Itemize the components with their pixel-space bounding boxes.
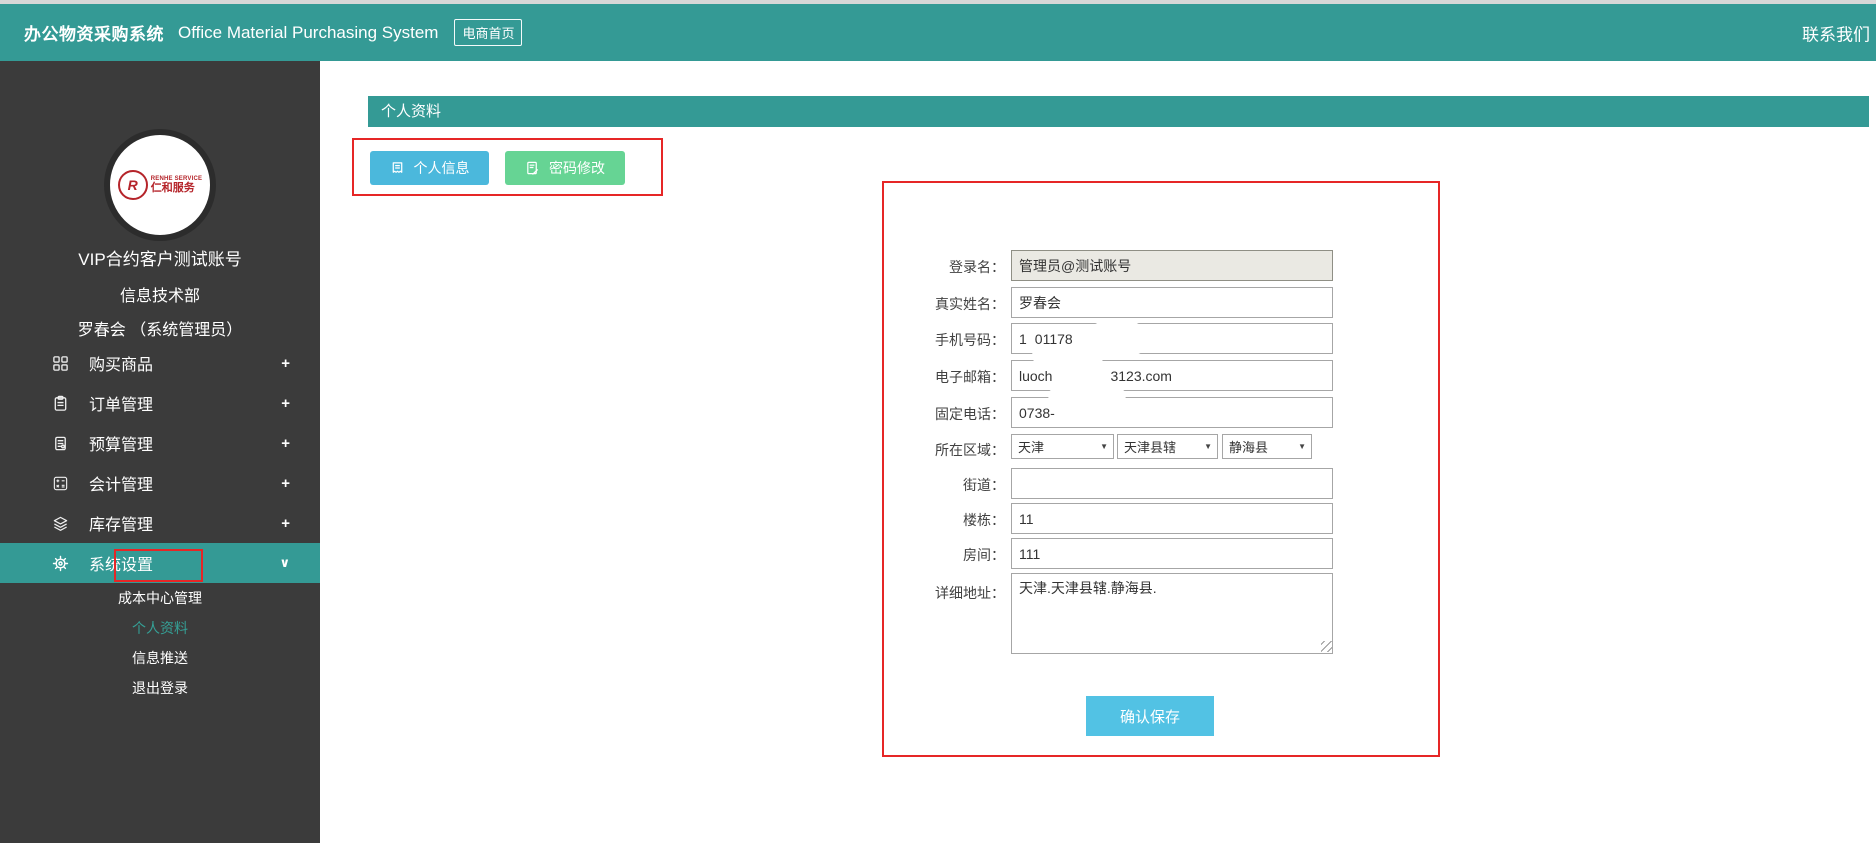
sidebar-item-label: 预算管理 bbox=[89, 431, 153, 455]
city-select[interactable]: 天津县辖 ▼ bbox=[1117, 434, 1218, 459]
profile-doc-icon bbox=[390, 160, 405, 176]
account-name: VIP合约客户测试账号 bbox=[0, 245, 320, 270]
dropdown-arrow-icon: ▼ bbox=[1298, 442, 1306, 451]
app-header: 办公物资采购系统 Office Material Purchasing Syst… bbox=[0, 4, 1876, 61]
user-role-line: 罗春会 （系统管理员） bbox=[0, 316, 320, 340]
sidebar-item-label: 系统设置 bbox=[89, 551, 153, 575]
expand-plus-icon: + bbox=[281, 395, 290, 412]
sidebar-item-label: 会计管理 bbox=[89, 471, 153, 495]
chevron-down-icon: ∨ bbox=[279, 555, 290, 571]
page-title-bar: 个人资料 bbox=[368, 96, 1869, 127]
sidebar-item-system-settings[interactable]: 系统设置 ∨ bbox=[0, 543, 320, 583]
company-logo: R RENHE SERVICE 仁和服务 bbox=[104, 129, 216, 241]
dropdown-arrow-icon: ▼ bbox=[1204, 442, 1212, 451]
real-name-input[interactable] bbox=[1011, 287, 1333, 318]
logo-text: RENHE SERVICE 仁和服务 bbox=[151, 176, 203, 195]
sidebar-item-inventory-management[interactable]: 库存管理 + bbox=[0, 503, 320, 543]
field-label-email: 电子邮箱： bbox=[845, 367, 1005, 387]
submenu-item-personal-profile[interactable]: 个人资料 bbox=[0, 613, 320, 643]
tab-label: 密码修改 bbox=[549, 158, 605, 178]
edit-doc-icon bbox=[525, 160, 540, 176]
receipt-icon bbox=[52, 435, 69, 452]
login-name-input[interactable] bbox=[1011, 250, 1333, 281]
dropdown-arrow-icon: ▼ bbox=[1100, 442, 1108, 451]
grid-icon bbox=[52, 355, 69, 372]
page-title: 个人资料 bbox=[381, 96, 441, 127]
district-select[interactable]: 静海县 ▼ bbox=[1222, 434, 1312, 459]
gear-icon bbox=[52, 555, 69, 572]
textarea-resize-handle[interactable] bbox=[1321, 641, 1332, 652]
sidebar-item-label: 库存管理 bbox=[89, 511, 153, 535]
sidebar: R RENHE SERVICE 仁和服务 VIP合约客户测试账号 信息技术部 罗… bbox=[0, 61, 320, 843]
submenu-item-message-push[interactable]: 信息推送 bbox=[0, 643, 320, 673]
submenu-item-cost-center[interactable]: 成本中心管理 bbox=[0, 583, 320, 613]
sidebar-item-accounting-management[interactable]: 会计管理 + bbox=[0, 463, 320, 503]
clipboard-icon bbox=[52, 395, 69, 412]
contact-us-link[interactable]: 联系我们 bbox=[1802, 20, 1870, 45]
detail-address-textarea[interactable]: 天津.天津县辖.静海县. bbox=[1011, 573, 1333, 654]
field-label-street: 街道： bbox=[845, 475, 1005, 495]
sidebar-item-label: 订单管理 bbox=[89, 391, 153, 415]
field-label-landline: 固定电话： bbox=[845, 404, 1005, 424]
email-fragment: luoch bbox=[1019, 368, 1052, 384]
field-label-real-name: 真实姓名： bbox=[845, 294, 1005, 314]
field-label-room: 房间： bbox=[845, 545, 1005, 565]
district-select-value: 静海县 bbox=[1229, 437, 1268, 456]
email-fragment: 3123.com bbox=[1110, 368, 1171, 384]
mobile-fragment: 1 bbox=[1019, 331, 1027, 347]
field-label-detail-address: 详细地址： bbox=[845, 583, 1005, 603]
room-input[interactable] bbox=[1011, 538, 1333, 569]
sidebar-item-order-management[interactable]: 订单管理 + bbox=[0, 383, 320, 423]
logo-seal-icon: R bbox=[118, 170, 148, 200]
mall-home-button[interactable]: 电商首页 bbox=[454, 19, 522, 46]
sidebar-item-label: 购买商品 bbox=[89, 351, 153, 375]
tab-password-change[interactable]: 密码修改 bbox=[505, 151, 625, 185]
field-label-building: 楼栋： bbox=[845, 510, 1005, 530]
sidebar-item-buy-goods[interactable]: 购买商品 + bbox=[0, 343, 320, 383]
department-name: 信息技术部 bbox=[0, 282, 320, 306]
tab-label: 个人信息 bbox=[414, 158, 470, 178]
tab-personal-info[interactable]: 个人信息 bbox=[370, 151, 489, 185]
field-label-mobile: 手机号码： bbox=[845, 330, 1005, 350]
calculator-icon bbox=[52, 475, 69, 492]
province-select-value: 天津 bbox=[1018, 437, 1044, 456]
layers-icon bbox=[52, 515, 69, 532]
system-settings-submenu: 成本中心管理 个人资料 信息推送 退出登录 bbox=[0, 583, 320, 703]
app-title-cn: 办公物资采购系统 bbox=[24, 20, 164, 45]
app-title-en: Office Material Purchasing System bbox=[178, 23, 438, 43]
expand-plus-icon: + bbox=[281, 515, 290, 532]
logo-text-cn: 仁和服务 bbox=[151, 182, 203, 194]
province-select[interactable]: 天津 ▼ bbox=[1011, 434, 1114, 459]
submenu-item-logout[interactable]: 退出登录 bbox=[0, 673, 320, 703]
expand-plus-icon: + bbox=[281, 435, 290, 452]
expand-plus-icon: + bbox=[281, 355, 290, 372]
street-input[interactable] bbox=[1011, 468, 1333, 499]
confirm-save-button[interactable]: 确认保存 bbox=[1086, 696, 1214, 736]
sidebar-item-budget-management[interactable]: 预算管理 + bbox=[0, 423, 320, 463]
field-label-region: 所在区域： bbox=[845, 440, 1005, 460]
expand-plus-icon: + bbox=[281, 475, 290, 492]
landline-fragment: 0738- bbox=[1019, 405, 1055, 421]
city-select-value: 天津县辖 bbox=[1124, 437, 1176, 456]
sidebar-menu: 购买商品 + 订单管理 + 预算管理 + bbox=[0, 343, 320, 583]
app-window: 办公物资采购系统 Office Material Purchasing Syst… bbox=[0, 0, 1876, 843]
redaction-smudge bbox=[1062, 400, 1120, 426]
building-input[interactable] bbox=[1011, 503, 1333, 534]
field-label-login-name: 登录名： bbox=[845, 257, 1005, 277]
